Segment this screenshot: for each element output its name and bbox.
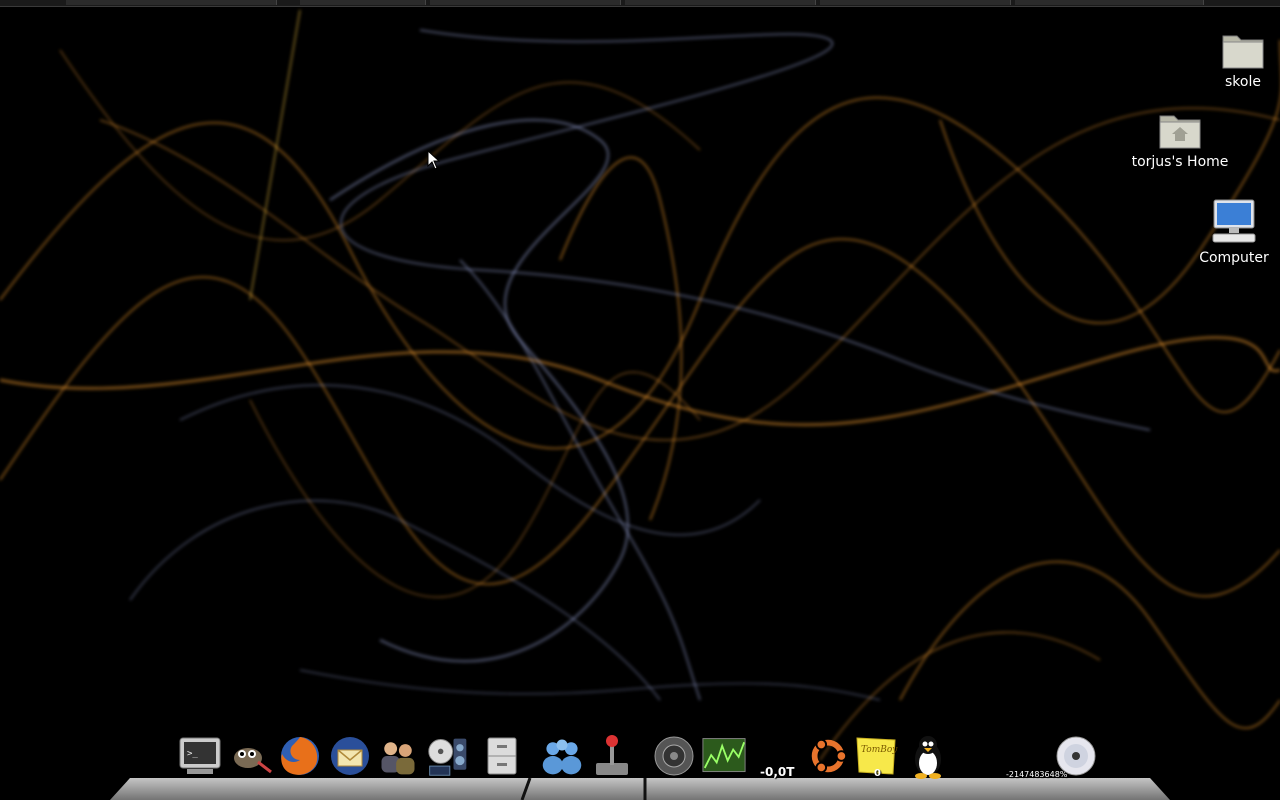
system-monitor-icon [702, 738, 746, 773]
svg-text:>_: >_ [187, 749, 198, 759]
ubuntu-icon [811, 738, 848, 774]
dock-ubuntu-button[interactable] [806, 734, 850, 778]
dock-messenger-button[interactable] [540, 734, 584, 778]
tomboy-label: TomBoy [861, 745, 898, 755]
top-panel [0, 0, 1280, 7]
desktop-icon-skole[interactable]: skole [1188, 30, 1280, 90]
dock-firefox-button[interactable] [278, 734, 322, 778]
cd-disc-icon [1056, 736, 1096, 776]
top-panel-menu[interactable] [66, 0, 277, 5]
dock-shelf [110, 778, 1170, 800]
dock-gimp-button[interactable] [228, 734, 272, 778]
taskbar-item[interactable] [430, 0, 621, 5]
dock-speaker-button[interactable] [652, 734, 696, 778]
desktop-icon-computer[interactable]: Computer [1179, 198, 1280, 266]
home-folder-icon [1159, 115, 1201, 149]
dock-file-cabinet-button[interactable] [480, 734, 524, 778]
taskbar-item[interactable] [625, 0, 816, 5]
desktop-icon-label: skole [1225, 74, 1261, 90]
dock-contacts-button[interactable] [376, 734, 420, 778]
dock-tux-button[interactable] [906, 734, 950, 779]
joystick-icon [596, 735, 628, 775]
dock-cd-button[interactable] [1054, 734, 1098, 778]
dock-system-monitor-button[interactable] [702, 734, 746, 778]
desktop-icon-label: Computer [1199, 250, 1269, 266]
firefox-icon [281, 737, 319, 775]
terminal-icon: >_ [179, 737, 221, 774]
messenger-icon [542, 739, 582, 775]
tux-penguin-icon [915, 736, 941, 779]
file-cabinet-icon [487, 737, 517, 775]
media-player-icon [428, 738, 467, 776]
contacts-icon [381, 742, 415, 775]
gimp-icon [234, 748, 272, 774]
desktop-icon-label: torjus's Home [1131, 154, 1229, 170]
dock-thunderbird-button[interactable] [328, 734, 372, 778]
dock-joystick-button[interactable] [590, 734, 634, 778]
folder-icon [1222, 35, 1264, 69]
temperature-readout: -0,0T [760, 765, 795, 779]
dock-media-player-button[interactable] [426, 734, 470, 778]
top-panel-launchers[interactable] [300, 0, 426, 5]
taskbar-item[interactable] [1015, 0, 1204, 5]
desktop-icon-home[interactable]: torjus's Home [1125, 110, 1235, 170]
tomboy-count: 0 [874, 768, 881, 779]
desktop-wallpaper [0, 0, 1280, 800]
speaker-icon [654, 736, 694, 776]
dock-terminal-button[interactable]: >_ [178, 734, 222, 778]
thunderbird-icon [331, 737, 369, 775]
computer-icon [1212, 199, 1256, 243]
taskbar-item[interactable] [820, 0, 1011, 5]
mouse-cursor-icon [427, 150, 441, 170]
